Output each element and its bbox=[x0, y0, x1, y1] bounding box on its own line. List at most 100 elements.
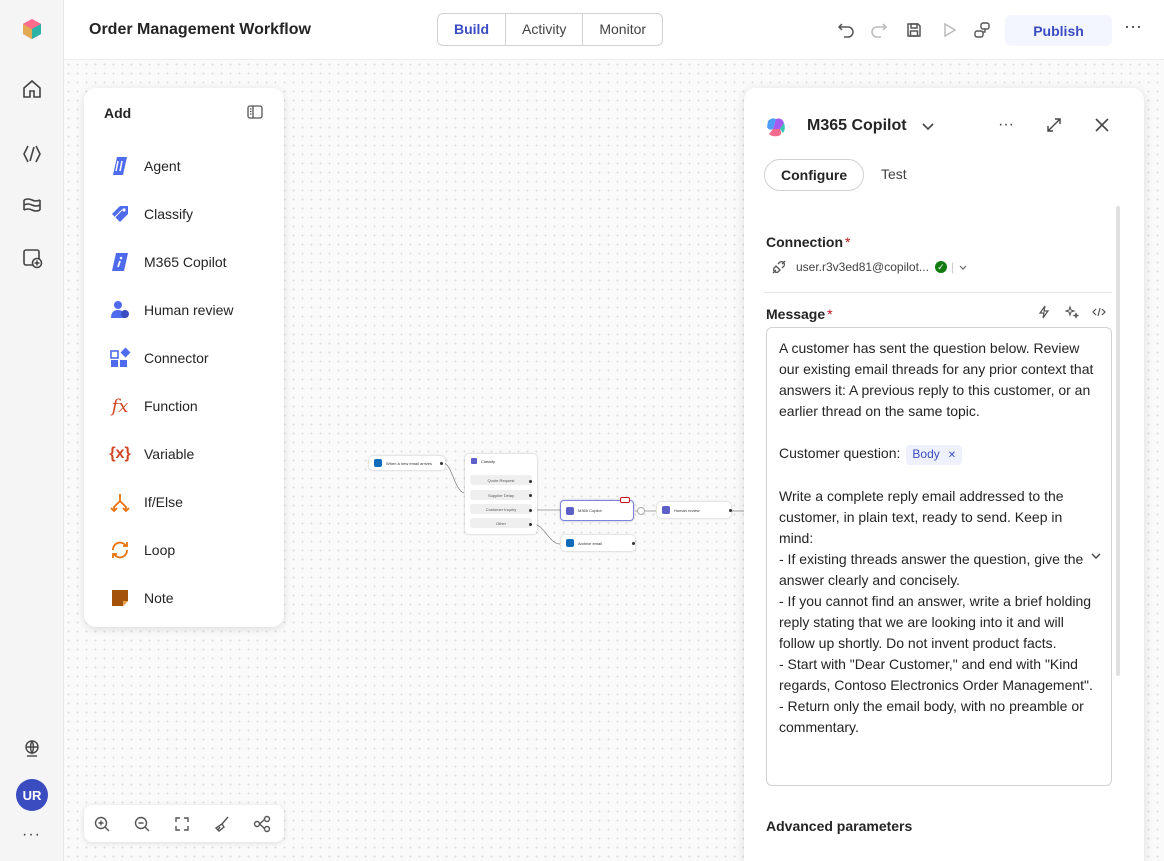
connected-status-icon: ✓ bbox=[934, 261, 947, 273]
connection-selector[interactable]: user.r3v3ed81@copilot... ✓ | bbox=[770, 258, 968, 276]
note-icon bbox=[108, 586, 132, 610]
chevron-down-icon[interactable] bbox=[1089, 549, 1103, 563]
fit-view-icon[interactable] bbox=[172, 814, 192, 834]
archive-node[interactable]: Archive email bbox=[561, 535, 635, 551]
tab-build[interactable]: Build bbox=[438, 14, 505, 45]
trigger-label: When a new email arrives bbox=[386, 460, 433, 466]
more-icon[interactable]: ··· bbox=[22, 826, 41, 844]
body-token[interactable]: Body ✕ bbox=[906, 445, 963, 465]
page-title: Order Management Workflow bbox=[89, 21, 311, 38]
app-logo-icon[interactable] bbox=[20, 17, 44, 41]
home-icon[interactable] bbox=[20, 77, 44, 101]
email-icon bbox=[374, 459, 382, 467]
more-options-icon[interactable]: ··· bbox=[1124, 16, 1142, 37]
undo-icon[interactable] bbox=[834, 18, 858, 42]
archive-label: Archive email bbox=[578, 540, 603, 546]
add-step-icon[interactable] bbox=[637, 507, 645, 515]
tab-activity[interactable]: Activity bbox=[505, 14, 582, 45]
copilot-node[interactable]: M365 Copilot bbox=[560, 500, 634, 521]
collapse-panel-icon[interactable] bbox=[246, 103, 264, 121]
if-else-icon bbox=[108, 490, 132, 514]
sparkle-icon[interactable] bbox=[1064, 304, 1080, 320]
output-port[interactable] bbox=[529, 480, 532, 483]
add-item-m365-copilot[interactable]: M365 Copilot bbox=[108, 250, 227, 274]
chevron-down-icon[interactable] bbox=[958, 262, 968, 272]
output-port[interactable] bbox=[632, 542, 635, 545]
function-icon: fx bbox=[111, 395, 129, 417]
add-item-human-review[interactable]: Human review bbox=[108, 298, 233, 322]
library-icon[interactable] bbox=[20, 194, 44, 218]
advanced-parameters-label[interactable]: Advanced parameters bbox=[766, 818, 912, 834]
close-icon[interactable] bbox=[1092, 115, 1112, 135]
add-panel-title: Add bbox=[104, 105, 132, 121]
message-editor[interactable]: A customer has sent the question below. … bbox=[766, 327, 1112, 786]
copilot-node-label: M365 Copilot bbox=[578, 508, 602, 513]
publish-button[interactable]: Publish bbox=[1005, 15, 1112, 46]
add-item-function[interactable]: fx Function bbox=[108, 394, 198, 418]
add-item-if-else[interactable]: If/Else bbox=[108, 490, 183, 514]
add-item-agent[interactable]: Agent bbox=[108, 154, 181, 178]
copilot-icon bbox=[566, 506, 574, 515]
left-rail: UR ··· bbox=[0, 0, 64, 861]
layout-icon[interactable] bbox=[252, 814, 272, 834]
human-review-node[interactable]: Human review bbox=[657, 502, 731, 518]
zoom-toolbar bbox=[84, 805, 284, 842]
classify-output-inquiry[interactable]: Customer Inquiry bbox=[470, 504, 532, 514]
add-item-connector[interactable]: Connector bbox=[108, 346, 209, 370]
add-item-variable[interactable]: {x} Variable bbox=[108, 442, 194, 466]
more-options-icon[interactable]: ··· bbox=[996, 115, 1016, 135]
share-icon[interactable] bbox=[970, 18, 994, 42]
output-port[interactable] bbox=[529, 509, 532, 512]
classify-output-quote[interactable]: Quote Request bbox=[470, 475, 532, 485]
plug-icon bbox=[772, 260, 786, 274]
scrollbar[interactable] bbox=[1116, 206, 1120, 676]
connection-label: Connection * bbox=[766, 234, 851, 250]
avatar[interactable]: UR bbox=[16, 779, 48, 811]
add-item-classify[interactable]: Classify bbox=[108, 202, 193, 226]
human-review-icon bbox=[108, 298, 132, 322]
error-badge bbox=[620, 497, 630, 503]
add-item-loop[interactable]: Loop bbox=[108, 538, 175, 562]
lightning-icon[interactable] bbox=[1036, 304, 1052, 320]
agents-icon[interactable] bbox=[20, 142, 44, 166]
output-port[interactable] bbox=[529, 523, 532, 526]
output-port[interactable] bbox=[529, 494, 532, 497]
classify-output-other[interactable]: Other bbox=[470, 518, 532, 528]
save-icon[interactable] bbox=[902, 18, 926, 42]
copilot-icon bbox=[108, 250, 132, 274]
add-item-note[interactable]: Note bbox=[108, 586, 174, 610]
trigger-node[interactable]: When a new email arrives bbox=[369, 456, 445, 470]
clean-up-icon[interactable] bbox=[212, 814, 232, 834]
redo-icon[interactable] bbox=[867, 18, 891, 42]
divider bbox=[764, 292, 1112, 293]
tab-monitor[interactable]: Monitor bbox=[582, 14, 662, 45]
code-icon[interactable] bbox=[1091, 304, 1107, 320]
add-panel: Add Agent Classify M365 Copilot Human re… bbox=[84, 88, 284, 627]
agent-icon bbox=[108, 154, 132, 178]
chevron-down-icon[interactable] bbox=[920, 118, 936, 134]
new-app-icon[interactable] bbox=[20, 246, 44, 270]
top-header: Order Management Workflow Build Activity… bbox=[64, 0, 1164, 60]
zoom-out-icon[interactable] bbox=[132, 814, 152, 834]
tab-configure[interactable]: Configure bbox=[764, 159, 865, 191]
globe-icon[interactable] bbox=[20, 736, 44, 760]
output-port[interactable] bbox=[440, 462, 443, 465]
classify-output-supplier[interactable]: Supplier Delay bbox=[470, 490, 532, 500]
view-tabs: Build Activity Monitor bbox=[437, 13, 664, 46]
output-port[interactable] bbox=[729, 509, 732, 512]
message-label: Message * bbox=[766, 306, 833, 322]
zoom-in-icon[interactable] bbox=[92, 814, 112, 834]
tab-test[interactable]: Test bbox=[865, 159, 923, 191]
loop-icon bbox=[108, 538, 132, 562]
run-icon[interactable] bbox=[937, 18, 961, 42]
expand-icon[interactable] bbox=[1044, 115, 1064, 135]
customer-question-label: Customer question: bbox=[779, 445, 901, 461]
human-review-label: Human review bbox=[674, 507, 700, 513]
config-panel: M365 Copilot ··· Configure Test Connecti… bbox=[744, 88, 1144, 861]
archive-icon bbox=[566, 539, 574, 547]
connector-icon bbox=[108, 346, 132, 370]
message-body: Write a complete reply email addressed t… bbox=[779, 488, 1093, 735]
classify-node[interactable]: Classify Quote Request Supplier Delay Cu… bbox=[465, 454, 537, 534]
variable-icon: {x} bbox=[109, 445, 131, 462]
remove-token-icon[interactable]: ✕ bbox=[948, 450, 956, 461]
